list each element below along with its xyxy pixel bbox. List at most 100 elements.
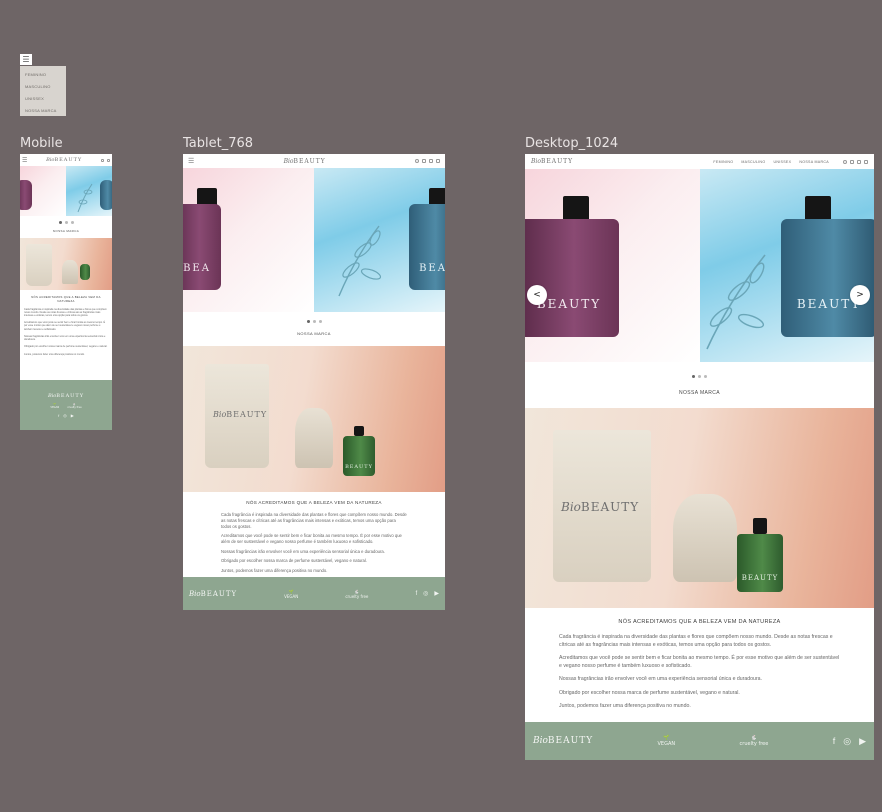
cart-icon[interactable] (435, 159, 440, 163)
footer: Bio BEAUTY 🌱 VEGAN 🐇 cruelty free f ◎ ▶ (20, 380, 112, 430)
hamburger-icon[interactable]: ☰ (20, 54, 32, 65)
search-icon[interactable] (843, 159, 847, 164)
carousel-dot[interactable] (698, 375, 701, 378)
vegan-badge: 🌱 VEGAN (50, 402, 60, 409)
footer-logo[interactable]: Bio BEAUTY (533, 736, 593, 746)
carousel-dot[interactable] (64, 221, 68, 224)
logo-caps: BEAUTY (56, 392, 85, 399)
carousel-dot[interactable] (312, 320, 316, 323)
carousel-dot[interactable] (704, 375, 707, 378)
about-paragraph: Cada fragrância é inspirada na diversida… (24, 307, 107, 317)
user-icon[interactable] (421, 159, 426, 163)
tablet-frame: ☰ Bio BEAUTY BEA BEA NOSSA MARCA Bio BEAU… (183, 154, 445, 610)
youtube-icon[interactable]: ▶ (859, 736, 866, 747)
pouch-image (295, 408, 333, 468)
social-links: f ◎ ▶ (833, 736, 866, 747)
instagram-icon[interactable]: ◎ (63, 413, 67, 418)
social-links: f ◎ ▶ (58, 413, 74, 418)
header: ☰ Bio BEAUTY (183, 154, 445, 168)
carousel-dot[interactable] (306, 320, 310, 323)
user-icon[interactable] (100, 158, 104, 162)
purple-perfume-image: BEA (183, 204, 221, 290)
about-title: NÓS ACREDITAMOS QUE A BELEZA VEM DA NATU… (618, 619, 781, 625)
logo[interactable]: Bio BEAUTY (284, 158, 326, 165)
about-paragraph: Nossas fragrâncias irão envolver você em… (24, 334, 106, 342)
nav-item-masculino[interactable]: MASCULINO (741, 160, 765, 164)
carousel-dot[interactable] (692, 375, 695, 378)
green-perfume-image (80, 264, 90, 280)
menu-item[interactable]: NOSSA MARCA (25, 108, 61, 113)
heart-icon[interactable] (428, 159, 433, 163)
nav-item-feminino[interactable]: FEMININO (713, 160, 733, 164)
logo-script: Bio (561, 500, 581, 514)
hero-carousel: BEAUTY BEAUTY < > (525, 169, 874, 362)
logo-script: Bio (47, 392, 57, 399)
youtube-icon[interactable]: ▶ (71, 413, 74, 418)
frame-label-tablet: Tablet_768 (183, 136, 254, 151)
logo-script: Bio (531, 158, 541, 165)
frame-label-desktop: Desktop_1024 (525, 136, 619, 151)
section-title: NOSSA MARCA (52, 229, 80, 233)
about-title: NÓS ACREDITAMOS QUE A BELEZA VEM DA NATU… (31, 295, 101, 303)
about-paragraph: Acreditamos que você pode se sentir bem … (221, 533, 402, 544)
cruelty-free-badge: 🐇 cruelty free (739, 735, 769, 747)
vegan-label: VEGAN (284, 593, 299, 599)
products-image: Bio BEAUTY BEAUTY (525, 408, 874, 608)
logo-script: Bio (213, 410, 227, 419)
green-perfume-image: BEAUTY (737, 534, 783, 592)
cruelty-free-badge: 🐇 cruelty free (67, 402, 82, 409)
user-icon[interactable] (850, 159, 854, 164)
header-icons (414, 159, 440, 163)
search-icon[interactable] (414, 159, 419, 163)
nav-item-nossa-marca[interactable]: NOSSA MARCA (799, 160, 829, 164)
logo-caps: BEAUTY (540, 158, 574, 165)
about-section: NÓS ACREDITAMOS QUE A BELEZA VEM DA NATU… (525, 608, 874, 725)
facebook-icon[interactable]: f (415, 591, 417, 597)
logo-caps: BEAUTY (293, 157, 326, 165)
logo-script: Bio (533, 736, 548, 746)
products-image: Bio BEAUTY BEAUTY (183, 346, 445, 492)
facebook-icon[interactable]: f (833, 736, 836, 746)
hero-carousel (20, 166, 112, 216)
youtube-icon[interactable]: ▶ (434, 590, 439, 597)
menu-panel: FEMININO MASCULINO UNISSEX NOSSA MARCA (20, 66, 66, 116)
instagram-icon[interactable]: ◎ (843, 736, 851, 747)
about-paragraph: Obrigado por escolher nossa marca de per… (24, 345, 108, 349)
menu-item[interactable]: FEMININO (25, 72, 61, 77)
hamburger-icon[interactable]: ☰ (22, 157, 27, 164)
carousel-dot[interactable] (58, 221, 62, 224)
cruelty-free-label: cruelty free (67, 405, 82, 409)
header-icons (843, 159, 868, 164)
section-title: NOSSA MARCA (297, 331, 331, 336)
leaf-illustration (706, 254, 766, 350)
hamburger-icon[interactable]: ☰ (188, 157, 194, 165)
nav-item-unissex[interactable]: UNISSEX (773, 160, 791, 164)
cart-icon[interactable] (106, 158, 110, 162)
about-paragraph: Juntos, podemos fazer uma diferença posi… (24, 352, 85, 356)
frame-label-mobile: Mobile (20, 136, 63, 151)
carousel-dot[interactable] (70, 221, 74, 224)
heart-icon[interactable] (857, 159, 861, 164)
header: Bio BEAUTY FEMININO MASCULINO UNISSEX NO… (525, 154, 874, 169)
logo[interactable]: Bio BEAUTY (531, 158, 573, 165)
carousel-dot[interactable] (318, 320, 322, 323)
carousel-prev-button[interactable]: < (527, 285, 547, 305)
logo-script: Bio (46, 157, 55, 163)
green-perfume-image: BEAUTY (343, 436, 375, 476)
leaf-illustration (77, 183, 93, 213)
about-paragraph: Cada fragrância é inspirada na diversida… (559, 634, 833, 648)
carousel-next-button[interactable]: > (850, 285, 870, 305)
footer: Bio BEAUTY 🌱 VEGAN 🐇 cruelty free f ◎ ▶ (183, 577, 445, 610)
facebook-icon[interactable]: f (58, 413, 59, 418)
logo-caps: BEAUTY (200, 589, 238, 598)
instagram-icon[interactable]: ◎ (423, 590, 428, 597)
footer-logo[interactable]: Bio BEAUTY (189, 590, 237, 598)
logo[interactable]: Bio BEAUTY (46, 157, 82, 163)
menu-item[interactable]: MASCULINO (25, 84, 61, 89)
logo-script: Bio (283, 157, 294, 165)
cruelty-free-badge: 🐇 cruelty free (345, 588, 369, 599)
cart-icon[interactable] (864, 159, 868, 164)
footer-logo[interactable]: Bio BEAUTY (48, 393, 84, 399)
cruelty-free-label: cruelty free (345, 593, 369, 599)
menu-item[interactable]: UNISSEX (25, 96, 61, 101)
